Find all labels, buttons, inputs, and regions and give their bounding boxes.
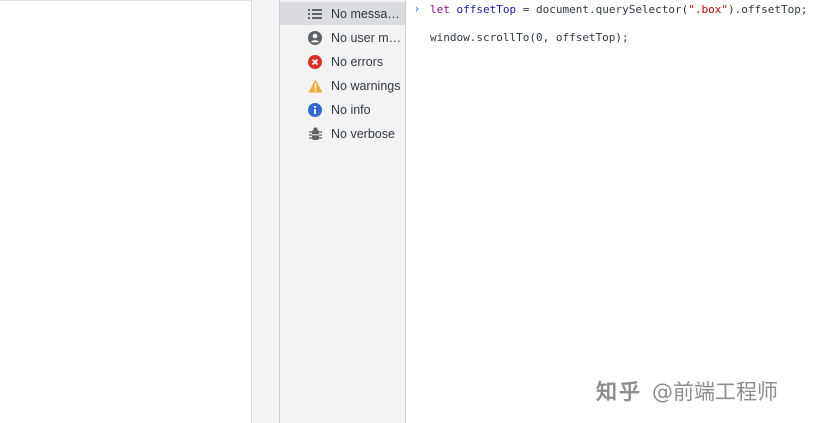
console-input-line[interactable]: window.scrollTo(0, offsetTop);	[430, 31, 629, 44]
sidebar-item-info[interactable]: No info	[280, 98, 405, 121]
watermark-text: @前端工程师	[652, 380, 778, 404]
code-text: = document.querySelector(	[516, 3, 689, 16]
code-keyword: let	[430, 3, 450, 16]
user-icon	[307, 30, 323, 46]
sidebar-item-errors[interactable]: No errors	[280, 50, 405, 73]
sidebar-item-label: No verbose	[331, 126, 395, 141]
code-variable: offsetTop	[456, 3, 517, 16]
panel-gutter	[253, 0, 279, 423]
sidebar-item-warnings[interactable]: No warnings	[280, 74, 405, 97]
sidebar-item-label: No user me...	[331, 30, 405, 45]
page-viewport	[0, 0, 252, 423]
console-input-line[interactable]: let offsetTop = document.querySelector("…	[430, 3, 808, 16]
sidebar-item-label: No errors	[331, 54, 384, 69]
sidebar-item-verbose[interactable]: No verbose	[280, 122, 405, 145]
code-text: ).offsetTop;	[728, 3, 808, 16]
warning-icon	[307, 78, 323, 94]
bug-icon	[307, 126, 323, 142]
watermark: 知乎 @前端工程师	[596, 376, 778, 406]
sidebar-item-user-messages[interactable]: No user me...	[280, 26, 405, 49]
list-icon	[307, 6, 323, 22]
sidebar-item-messages[interactable]: No messages	[280, 2, 405, 25]
info-icon	[307, 102, 323, 118]
code-string: ".box"	[688, 3, 729, 16]
console-sidebar: No messages No user me... No errors No w…	[279, 0, 406, 423]
sidebar-item-label: No messages	[331, 6, 405, 21]
error-icon	[307, 54, 323, 70]
sidebar-item-label: No info	[331, 102, 371, 117]
console-output[interactable]: › let offsetTop = document.querySelector…	[406, 0, 817, 423]
zhihu-logo: 知乎	[596, 380, 642, 404]
sidebar-item-label: No warnings	[331, 78, 401, 93]
console-prompt-icon: ›	[414, 4, 421, 15]
